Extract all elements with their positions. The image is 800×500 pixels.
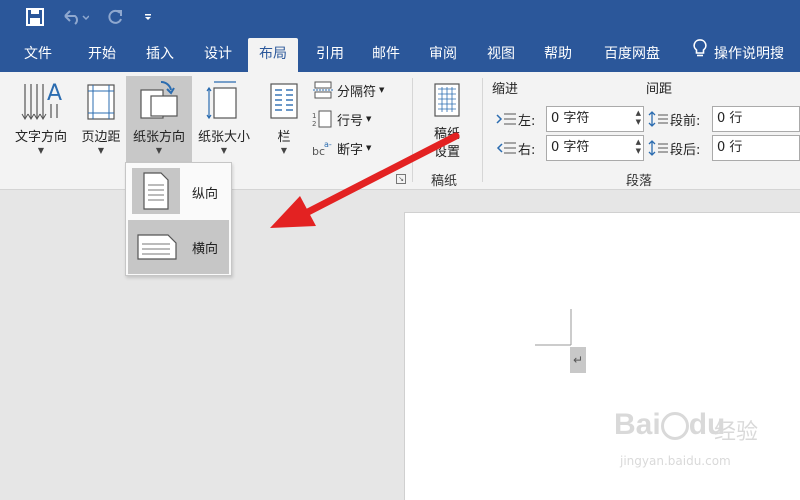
text-direction-label: 文字方向 bbox=[14, 130, 67, 145]
redo-button[interactable] bbox=[104, 4, 126, 30]
tab-references[interactable]: 引用 bbox=[304, 38, 356, 72]
landscape-page-icon bbox=[137, 234, 177, 260]
svg-text:1: 1 bbox=[312, 112, 316, 120]
paragraph-group-label: 段落 bbox=[626, 174, 653, 189]
save-icon bbox=[26, 8, 44, 26]
size-button[interactable]: 纸张大小 ▼ bbox=[192, 76, 256, 162]
spacing-after-icon bbox=[648, 140, 668, 156]
baidu-jingyan-watermark: Bai du 经验 jingyan.baidu.com bbox=[614, 408, 759, 468]
margins-icon bbox=[87, 84, 115, 120]
line-numbers-icon: 1 2 bbox=[312, 110, 332, 128]
chevron-down-icon: ▼ bbox=[366, 144, 372, 152]
annotation-arrow-head bbox=[270, 196, 316, 228]
spacing-after-label: 段后: bbox=[648, 136, 700, 160]
indent-right-label: 右: bbox=[496, 136, 535, 160]
breaks-button[interactable]: 分隔符 ▼ bbox=[312, 78, 384, 102]
tell-me-text: 操作说明搜 bbox=[714, 46, 784, 62]
group-separator bbox=[412, 78, 413, 182]
spinner-arrows-icon[interactable]: ▲ ▼ bbox=[636, 138, 641, 156]
breaks-icon bbox=[313, 81, 333, 99]
indent-title: 缩进 bbox=[492, 81, 519, 97]
draft-paper-settings-button[interactable]: 稿纸 设置 bbox=[420, 76, 474, 162]
save-button[interactable] bbox=[22, 4, 48, 30]
redo-icon bbox=[108, 9, 122, 24]
page-setup-dialog-launcher[interactable]: ↘ bbox=[396, 174, 406, 184]
spacing-before-icon bbox=[648, 111, 668, 127]
tab-baidu-netdisk[interactable]: 百度网盘 bbox=[592, 38, 672, 72]
draft-paper-icon bbox=[434, 83, 460, 117]
columns-label: 栏 bbox=[277, 130, 291, 145]
chevron-down-icon: ▼ bbox=[37, 146, 45, 155]
portrait-label: 纵向 bbox=[192, 187, 219, 202]
size-label: 纸张大小 bbox=[197, 130, 250, 145]
text-direction-button[interactable]: A 文字方向 ▼ bbox=[8, 76, 74, 162]
tab-design[interactable]: 设计 bbox=[192, 38, 244, 72]
landscape-label: 横向 bbox=[192, 242, 219, 257]
orientation-label: 纸张方向 bbox=[132, 130, 185, 145]
svg-text:2: 2 bbox=[312, 120, 316, 128]
line-numbers-label: 行号 bbox=[337, 113, 364, 129]
margins-label: 页边距 bbox=[81, 130, 121, 145]
undo-button[interactable] bbox=[58, 4, 92, 30]
customize-icon bbox=[145, 14, 151, 20]
text-direction-icon: A bbox=[21, 81, 62, 120]
chevron-down-icon: ▼ bbox=[220, 146, 228, 155]
tab-home[interactable]: 开始 bbox=[76, 38, 128, 72]
spinner-arrows-icon[interactable]: ▲ ▼ bbox=[636, 109, 641, 127]
tab-review[interactable]: 审阅 bbox=[416, 38, 470, 72]
indent-left-label: 左: bbox=[496, 107, 535, 131]
svg-text:a-: a- bbox=[324, 140, 332, 149]
svg-text:A: A bbox=[47, 81, 62, 106]
tab-view[interactable]: 视图 bbox=[474, 38, 528, 72]
chevron-down-icon: ▼ bbox=[155, 146, 163, 155]
ribbon-tab-strip: 文件 开始 插入 设计 布局 引用 邮件 审阅 视图 帮助 百度网盘 操作说明搜 bbox=[0, 36, 800, 72]
indent-right-input[interactable]: 0 字符 ▲ ▼ bbox=[546, 135, 644, 161]
hyphenation-icon: bc a- bbox=[312, 140, 332, 157]
tab-help[interactable]: 帮助 bbox=[530, 38, 586, 72]
size-icon bbox=[206, 81, 237, 120]
margins-button[interactable]: 页边距 ▼ bbox=[76, 76, 126, 162]
indent-left-input[interactable]: 0 字符 ▲ ▼ bbox=[546, 106, 644, 132]
portrait-option[interactable]: 纵向 bbox=[128, 165, 229, 219]
portrait-icon-frame bbox=[132, 168, 180, 214]
breaks-label: 分隔符 bbox=[337, 84, 377, 100]
spacing-before-input[interactable]: 0 行 bbox=[712, 106, 800, 132]
chevron-down-icon: ▼ bbox=[97, 146, 105, 155]
tab-file[interactable]: 文件 bbox=[14, 38, 62, 72]
chevron-down-icon: ▼ bbox=[280, 146, 288, 155]
paragraph-mark-icon: ↵ bbox=[570, 347, 586, 373]
undo-icon bbox=[64, 10, 89, 25]
lightbulb-icon bbox=[692, 38, 708, 70]
portrait-page-icon bbox=[143, 172, 169, 210]
tab-mailings[interactable]: 邮件 bbox=[360, 38, 412, 72]
spacing-after-input[interactable]: 0 行 bbox=[712, 135, 800, 161]
indent-left-icon bbox=[496, 113, 516, 125]
orientation-icon bbox=[140, 80, 178, 119]
orientation-dropdown: 纵向 横向 bbox=[125, 162, 232, 276]
hyphenation-button[interactable]: bc a- 断字 ▼ bbox=[312, 136, 371, 160]
tab-insert[interactable]: 插入 bbox=[134, 38, 186, 72]
indent-right-icon bbox=[496, 142, 516, 154]
quick-access-toolbar bbox=[0, 0, 800, 36]
chevron-down-icon: ▼ bbox=[366, 115, 372, 123]
group-separator bbox=[482, 78, 483, 182]
paw-icon bbox=[660, 412, 689, 441]
draft-group-label: 稿纸 bbox=[431, 174, 458, 189]
orientation-button[interactable]: 纸张方向 ▼ bbox=[126, 76, 192, 166]
columns-icon bbox=[270, 83, 298, 119]
customize-qat-button[interactable] bbox=[140, 4, 156, 30]
line-numbers-button[interactable]: 1 2 行号 ▼ bbox=[312, 107, 371, 131]
ribbon-layout: A 文字方向 ▼ 页边距 ▼ 纸张方向 ▼ 纸张大小 ▼ 栏 ▼ 分隔符 ▼ 1… bbox=[0, 72, 800, 190]
columns-button[interactable]: 栏 ▼ bbox=[262, 76, 306, 162]
spacing-before-label: 段前: bbox=[648, 107, 700, 131]
hyphenation-label: 断字 bbox=[337, 142, 364, 158]
draft-paper-settings-label: 稿纸 设置 bbox=[433, 127, 460, 160]
tell-me-box[interactable]: 操作说明搜 bbox=[688, 38, 800, 72]
spacing-title: 间距 bbox=[646, 81, 673, 97]
corner-crop-mark bbox=[535, 309, 572, 346]
chevron-down-icon: ▼ bbox=[379, 86, 385, 94]
tab-layout[interactable]: 布局 bbox=[248, 38, 298, 72]
landscape-option[interactable]: 横向 bbox=[128, 220, 229, 274]
